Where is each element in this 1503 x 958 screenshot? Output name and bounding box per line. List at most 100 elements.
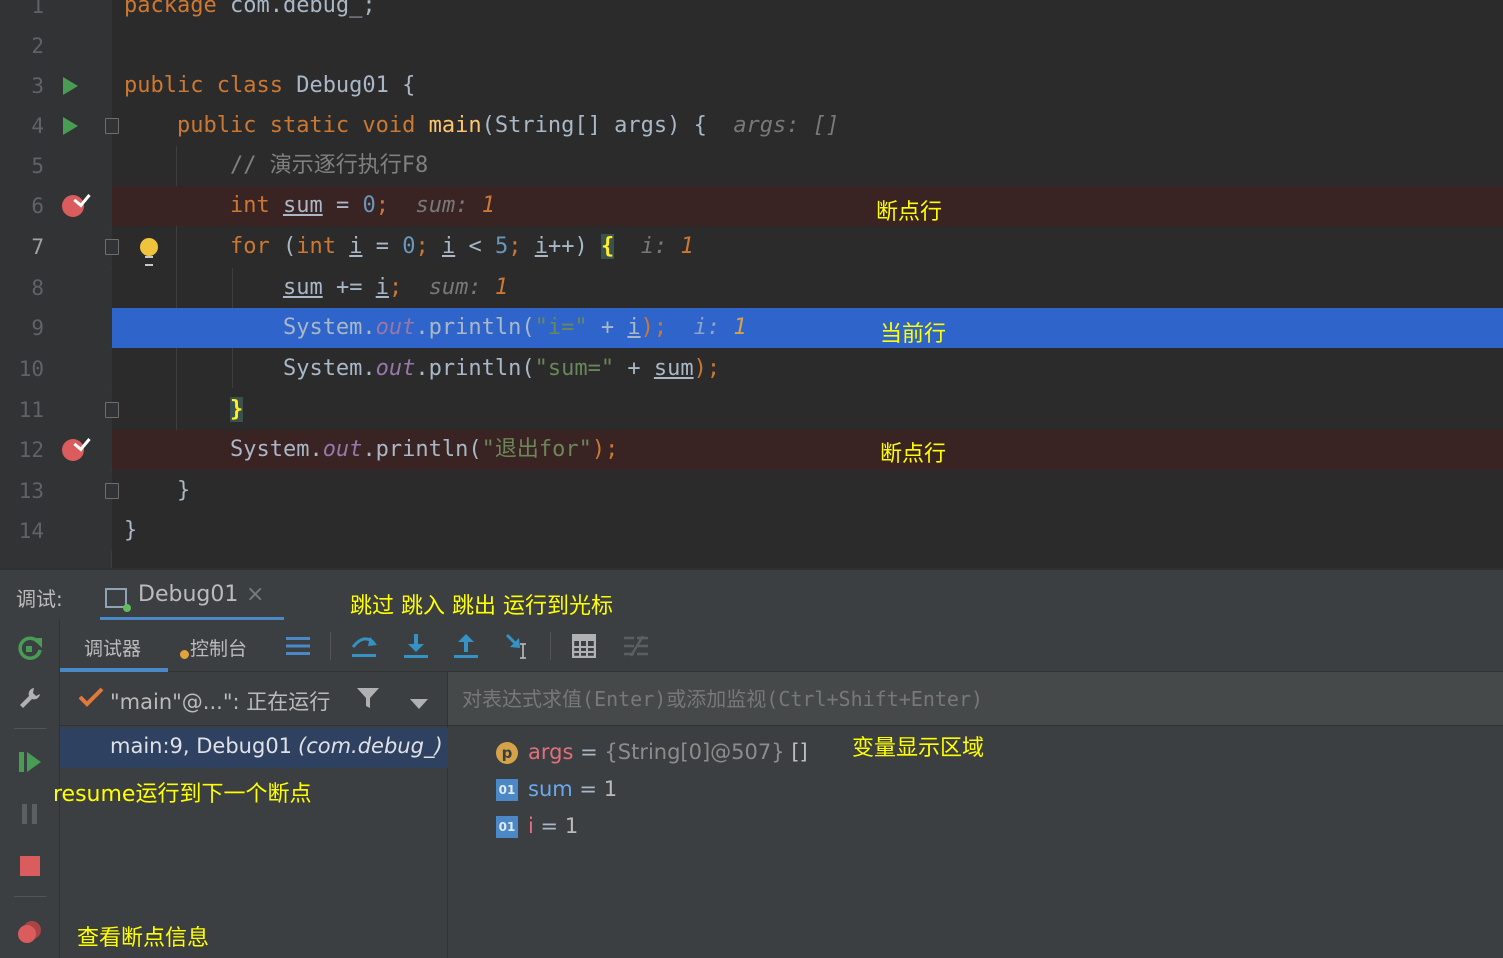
code-text: sum += i; sum: 1 (282, 275, 509, 300)
trace-icon[interactable] (616, 620, 656, 672)
inline-value-hint: args: [] (733, 113, 840, 138)
code-line[interactable]: 8 sum += i; sum: 1 (0, 268, 1503, 308)
inline-value-hint: sum: 1 (415, 193, 495, 218)
breakpoint-icon[interactable] (60, 430, 86, 470)
variable-value: 1 (564, 814, 579, 838)
code-line[interactable]: 13 } (0, 471, 1503, 511)
code-text: for (int i = 0; i < 5; i++) { i: 1 (229, 234, 694, 259)
fold-icon[interactable] (103, 390, 121, 430)
run-config-icon (105, 588, 131, 612)
line-number: 2 (31, 34, 44, 58)
code-editor[interactable]: 1 package com.debug_; 2 3 public class D… (0, 0, 1503, 568)
view-breakpoints-icon[interactable] (10, 912, 50, 952)
code-text: } (176, 478, 191, 503)
stack-frame-row[interactable]: main:9, Debug01 (com.debug_) (60, 728, 448, 768)
chevron-down-icon[interactable] (410, 694, 428, 713)
pause-icon[interactable] (10, 794, 50, 834)
line-number: 11 (18, 398, 44, 422)
thread-status: "main"@...": 正在运行 (110, 690, 331, 714)
code-text: System.out.println("i=" + i); i: 1 (282, 315, 747, 340)
tab-console[interactable]: 控制台 (172, 620, 262, 672)
run-icon[interactable] (60, 106, 80, 146)
frame-method: main:9, Debug01 (110, 734, 293, 758)
code-line-breakpoint[interactable]: 6 int sum = 0; sum: 1 断点行 (0, 186, 1503, 226)
filter-icon[interactable] (356, 686, 380, 714)
line-number: 14 (18, 519, 44, 543)
resume-icon[interactable] (10, 742, 50, 782)
variable-row[interactable]: p args = {String[0]@507} [] (496, 734, 808, 770)
inline-value-hint: i: 1 (640, 234, 694, 259)
variable-value: {String[0]@507} (604, 740, 785, 764)
close-icon[interactable]: × (246, 582, 264, 607)
variable-row[interactable]: 01 sum = 1 (496, 771, 617, 807)
code-line[interactable]: 3 public class Debug01 { (0, 66, 1503, 106)
code-line[interactable]: 11 } (0, 390, 1503, 430)
code-text: } (124, 518, 138, 543)
layout-menu-icon[interactable] (278, 620, 318, 672)
wrench-icon[interactable] (10, 678, 50, 718)
variable-row[interactable]: 01 i = 1 (496, 808, 578, 844)
code-line[interactable]: 7 for (int i = 0; i < 5; i++) { i: 1 (0, 227, 1503, 267)
line-number: 9 (31, 316, 44, 340)
code-text: public class Debug01 { (124, 73, 416, 98)
thread-selector[interactable]: "main"@...": 正在运行 (60, 672, 448, 726)
variables-panel: 对表达式求值(Enter)或添加监视(Ctrl+Shift+Enter) p ar… (448, 672, 1503, 958)
code-line[interactable]: 10 System.out.println("sum=" + sum); (0, 349, 1503, 389)
annotation-breakpoint-line: 断点行 (880, 442, 947, 467)
line-number: 6 (31, 194, 44, 218)
line-number: 10 (18, 357, 44, 381)
annotation-view-breakpoints: 查看断点信息 (77, 926, 210, 951)
step-into-icon[interactable] (396, 620, 436, 672)
rerun-icon[interactable] (10, 628, 50, 668)
line-number: 7 (31, 235, 44, 259)
code-line[interactable]: 14 } (0, 511, 1503, 551)
tab-debug01-label: Debug01 (138, 582, 239, 607)
inline-value-hint: sum: 1 (428, 275, 509, 300)
line-number: 8 (31, 276, 44, 300)
annotation-variables-area: 变量显示区域 (852, 736, 985, 761)
frame-package: (com.debug_) (298, 734, 443, 758)
check-icon (78, 686, 104, 712)
primitive-icon: 01 (496, 816, 518, 838)
stop-icon[interactable] (10, 846, 50, 886)
debug-panel-label: 调试: (16, 587, 63, 611)
step-over-icon[interactable] (344, 620, 384, 672)
fold-icon[interactable] (103, 227, 121, 267)
annotation-current-line: 当前行 (880, 322, 947, 347)
evaluate-icon[interactable] (564, 620, 604, 672)
step-out-icon[interactable] (446, 620, 486, 672)
code-line[interactable]: 5 // 演示逐行执行F8 (0, 146, 1503, 186)
code-text: package com.debug_; (124, 0, 376, 18)
line-number: 5 (31, 154, 44, 178)
run-to-cursor-icon[interactable] (498, 620, 538, 672)
code-line-current[interactable]: 9 System.out.println("i=" + i); i: 1 当前行 (0, 308, 1503, 348)
breakpoint-icon[interactable] (60, 186, 86, 226)
code-line[interactable]: 4 public static void main(String[] args)… (0, 106, 1503, 146)
annotation-resume: resume运行到下一个断点 (53, 782, 312, 807)
variable-name: i (528, 814, 534, 838)
tab-debug01[interactable]: Debug01 × (100, 578, 284, 621)
code-line[interactable]: 2 (0, 26, 1503, 66)
variable-name: args (528, 740, 574, 764)
evaluate-expression-input[interactable]: 对表达式求值(Enter)或添加监视(Ctrl+Shift+Enter) (448, 672, 1503, 726)
inline-value-hint: i: 1 (693, 315, 747, 340)
code-text: System.out.println("sum=" + sum); (282, 356, 721, 381)
tab-debugger[interactable]: 调试器 (60, 620, 168, 672)
debug-left-toolbar (0, 620, 60, 958)
tab-console-label: 控制台 (190, 638, 248, 660)
debug-tool-window: 调试: Debug01 × 跳过 跳入 跳出 运行到光标 调试器 控制台 "ma… (0, 568, 1503, 958)
fold-icon[interactable] (103, 106, 121, 146)
line-number: 4 (31, 114, 44, 138)
variable-name: sum (528, 777, 573, 801)
debugger-toolbar: 调试器 控制台 (60, 620, 1503, 672)
code-line[interactable]: 1 package com.debug_; (0, 0, 1503, 26)
annotation-step-actions: 跳过 跳入 跳出 运行到光标 (350, 594, 613, 619)
code-text: public static void main(String[] args) {… (176, 113, 840, 138)
fold-icon[interactable] (103, 471, 121, 511)
debug-tab-bar: 调试: Debug01 × 跳过 跳入 跳出 运行到光标 (0, 568, 1503, 621)
code-line-breakpoint[interactable]: 12 System.out.println("退出for"); 断点行 (0, 430, 1503, 470)
code-text: // 演示逐行执行F8 (229, 153, 429, 178)
frames-panel: "main"@...": 正在运行 main:9, Debug01 (com.d… (53, 672, 448, 958)
primitive-icon: 01 (496, 779, 518, 801)
run-icon[interactable] (60, 66, 80, 106)
